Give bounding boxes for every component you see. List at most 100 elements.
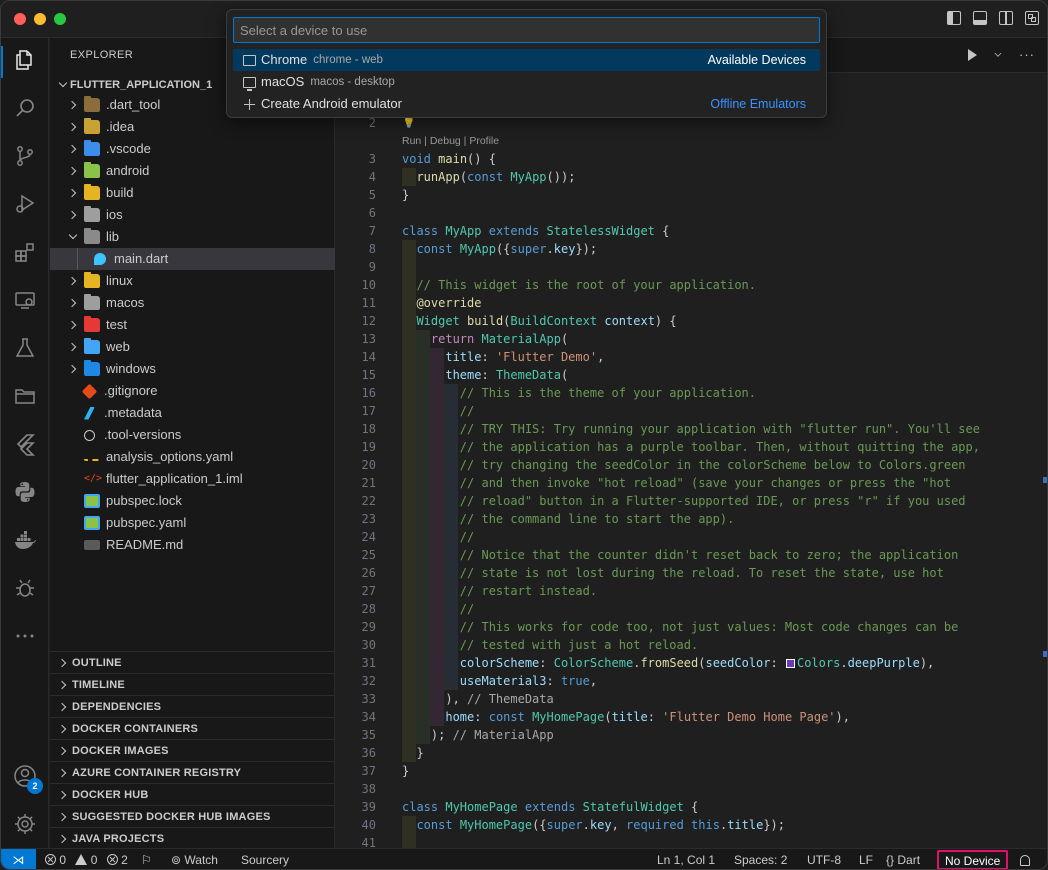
tree-item-gitignore[interactable]: .gitignore: [50, 380, 335, 402]
account-icon[interactable]: 2: [13, 764, 43, 794]
tree-item-label: windows: [106, 361, 156, 376]
chevron-down-icon: [66, 230, 80, 244]
docker-icon[interactable]: [13, 528, 37, 552]
panel-docker-images[interactable]: DOCKER IMAGES: [50, 739, 335, 761]
watch-button[interactable]: ⊚ Watch: [171, 849, 218, 869]
code-line: 17 //: [361, 402, 475, 420]
files-icon[interactable]: [13, 48, 37, 72]
tree-item-label: pubspec.yaml: [106, 515, 187, 530]
tree-item-build[interactable]: build: [50, 182, 335, 204]
yaml-file-icon: [84, 453, 100, 461]
toggle-secondary-sidebar-icon[interactable]: [999, 11, 1013, 25]
tree-item-idea[interactable]: .idea: [50, 116, 335, 138]
info-count: 2: [121, 853, 128, 867]
run-icon[interactable]: [968, 48, 977, 61]
tree-item-iml[interactable]: </> flutter_application_1.iml: [50, 468, 335, 490]
code-lens[interactable]: Run | Debug | Profile: [336, 132, 1047, 150]
more-icon[interactable]: [13, 624, 37, 648]
indentation-setting[interactable]: Spaces: 2: [734, 849, 787, 869]
chevron-down-icon[interactable]: [992, 49, 1003, 60]
workspace-root-folder[interactable]: FLUTTER_APPLICATION_1: [56, 74, 212, 96]
panel-azure-container-registry[interactable]: AZURE CONTAINER REGISTRY: [50, 761, 335, 783]
panel-docker-hub[interactable]: DOCKER HUB: [50, 783, 335, 805]
extensions-icon[interactable]: [13, 240, 37, 264]
watch-label: Watch: [184, 853, 218, 867]
tree-item-label: lib: [106, 229, 120, 244]
close-window-button[interactable]: [14, 13, 26, 25]
chevron-right-icon: [66, 186, 80, 200]
tree-item-label: build: [106, 185, 134, 200]
tree-item-ios[interactable]: ios: [50, 204, 335, 226]
device-option-macos[interactable]: macOS macos - desktop: [233, 71, 820, 93]
panel-docker-containers[interactable]: DOCKER CONTAINERS: [50, 717, 335, 739]
device-option-chrome[interactable]: Chrome chrome - web Available Devices: [233, 49, 820, 71]
tree-item-pubspec-lock[interactable]: pubspec.lock: [50, 490, 335, 512]
tree-item-label: test: [106, 317, 127, 332]
device-option-create-android-emulator[interactable]: Create Android emulator Offline Emulator…: [233, 93, 820, 115]
code-line: 4 runApp(const MyApp());: [368, 168, 576, 186]
notifications-bell-icon[interactable]: [1020, 849, 1030, 869]
flutter-icon[interactable]: [13, 432, 37, 456]
gear-icon[interactable]: [13, 812, 37, 836]
toggle-primary-sidebar-icon[interactable]: [947, 11, 961, 25]
encoding-setting[interactable]: UTF-8: [807, 849, 841, 869]
tree-item-readme[interactable]: README.md: [50, 534, 335, 556]
source-control-icon[interactable]: [13, 144, 37, 168]
panel-outline[interactable]: OUTLINE: [50, 651, 335, 673]
tree-item-android[interactable]: android: [50, 160, 335, 182]
code-line: 37}: [361, 764, 410, 778]
python-icon[interactable]: [13, 480, 37, 504]
eol-setting[interactable]: LF: [859, 849, 873, 869]
tree-item-metadata[interactable]: .metadata: [50, 402, 335, 424]
customize-layout-icon[interactable]: [1025, 11, 1039, 25]
device-search-input[interactable]: [233, 17, 820, 43]
tree-item-vscode[interactable]: .vscode: [50, 138, 335, 160]
scrollbar-marker: [1043, 477, 1047, 483]
search-icon[interactable]: [13, 96, 37, 120]
tree-item-web[interactable]: web: [50, 336, 335, 358]
tree-item-main-dart[interactable]: main.dart: [50, 248, 335, 270]
toggle-panel-icon[interactable]: [973, 11, 987, 25]
remote-icon: ⋊: [12, 853, 25, 867]
tree-item-analysis-options[interactable]: analysis_options.yaml: [50, 446, 335, 468]
debug-launch-icon[interactable]: ⚐: [141, 849, 152, 869]
tree-item-lib[interactable]: lib: [50, 226, 335, 248]
code-line: 36 }: [361, 744, 424, 762]
panel-suggested-docker-hub-images[interactable]: SUGGESTED DOCKER HUB IMAGES: [50, 805, 335, 827]
tree-item-pubspec-yaml[interactable]: pubspec.yaml: [50, 512, 335, 534]
code-area[interactable]: 2 💡 Run | Debug | Profile 3 void main() { …: [336, 114, 1047, 852]
warning-count: 0: [90, 853, 98, 867]
panel-timeline[interactable]: TIMELINE: [50, 673, 335, 695]
maximize-window-button[interactable]: [54, 13, 66, 25]
xml-file-icon: </>: [84, 473, 103, 484]
tree-item-linux[interactable]: linux: [50, 270, 335, 292]
testing-icon[interactable]: [13, 336, 37, 360]
tree-item-tool-versions[interactable]: .tool-versions: [50, 424, 335, 446]
code-line: 30 // tested with just a hot reload.: [361, 636, 699, 654]
device-selector[interactable]: No Device: [937, 850, 1009, 869]
bug-icon[interactable]: [13, 576, 37, 600]
more-actions-icon[interactable]: ···: [1019, 47, 1035, 62]
tree-item-test[interactable]: test: [50, 314, 335, 336]
run-debug-icon[interactable]: [13, 192, 37, 216]
panel-dependencies[interactable]: DEPENDENCIES: [50, 695, 335, 717]
dart-file-icon: [94, 253, 106, 265]
device-quick-pick: Chrome chrome - web Available Devices ma…: [226, 9, 827, 118]
folder-icon[interactable]: [13, 384, 37, 408]
browser-icon: [243, 54, 256, 66]
code-editor[interactable]: ··· 2 💡 Run | Debug | Profile 3 void main(…: [336, 38, 1047, 852]
panel-java-projects[interactable]: JAVA PROJECTS: [50, 827, 335, 849]
sourcery-button[interactable]: Sourcery: [241, 849, 289, 869]
chevron-right-icon: [56, 656, 70, 670]
code-line: 26 // state is not lost during the reloa…: [361, 564, 944, 582]
color-swatch[interactable]: [785, 659, 795, 668]
tree-item-windows[interactable]: windows: [50, 358, 335, 380]
language-mode[interactable]: {} Dart: [886, 849, 920, 869]
minimize-window-button[interactable]: [34, 13, 46, 25]
tree-item-label: .dart_tool: [106, 97, 161, 112]
tree-item-macos[interactable]: macos: [50, 292, 335, 314]
problems-indicator[interactable]: 0 0 2: [45, 849, 128, 869]
cursor-position[interactable]: Ln 1, Col 1: [657, 849, 715, 869]
remote-indicator[interactable]: ⋊: [1, 849, 36, 869]
remote-explorer-icon[interactable]: [13, 288, 37, 312]
